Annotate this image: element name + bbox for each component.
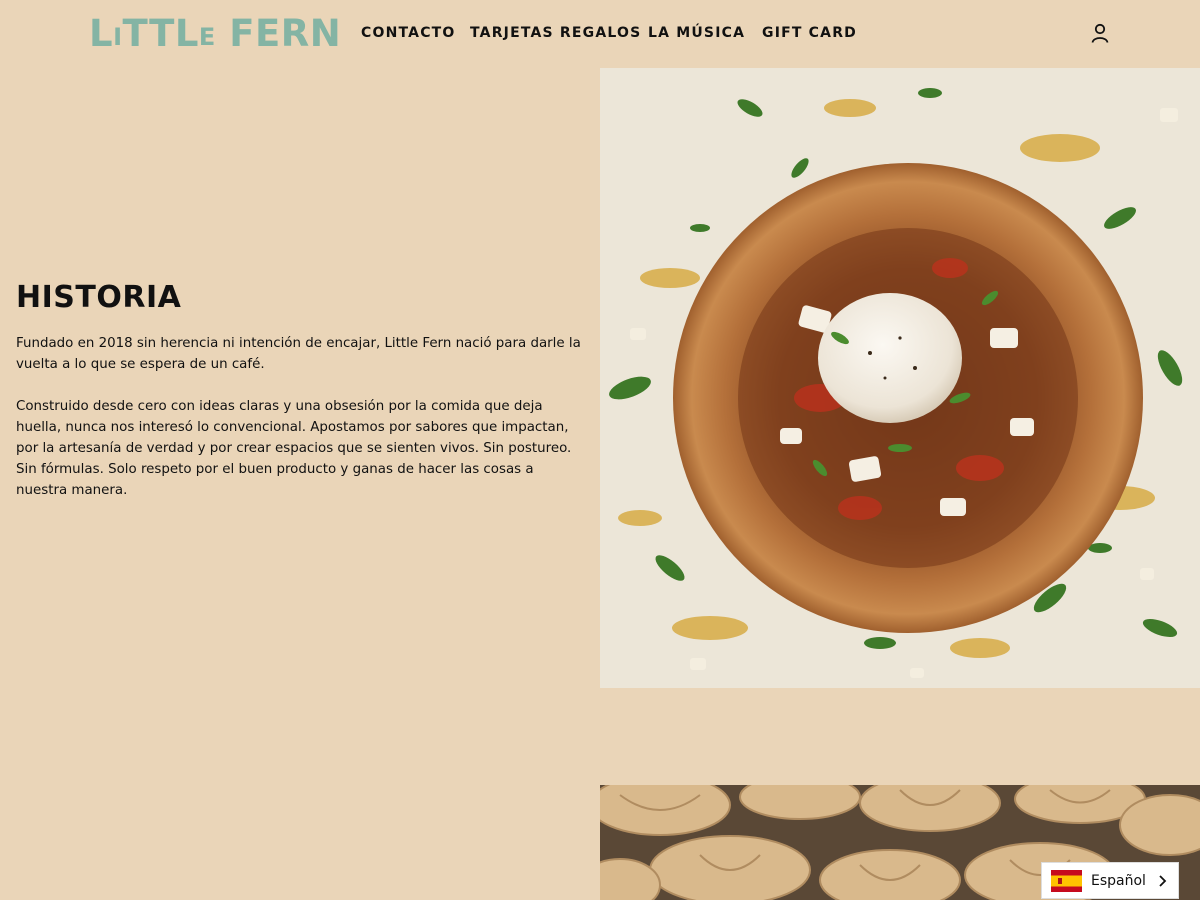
spain-flag-icon: [1051, 869, 1082, 892]
page-title: HISTORIA: [16, 280, 182, 315]
logo-text-l: L: [89, 12, 114, 55]
nav-item-gift-card[interactable]: GIFT CARD: [762, 24, 857, 42]
logo-text-e: E: [198, 23, 216, 51]
nav-item-la-musica[interactable]: LA MÚSICA: [648, 24, 745, 42]
logo-text-i: I: [113, 23, 123, 51]
user-icon[interactable]: [1089, 22, 1111, 44]
history-paragraph-1: Fundado en 2018 sin herencia ni intenció…: [16, 336, 581, 372]
food-image: [600, 68, 1200, 688]
nav-item-tarjetas-regalos[interactable]: TARJETAS REGALOS: [470, 24, 641, 42]
language-label: Español: [1091, 872, 1146, 889]
language-selector[interactable]: Español: [1041, 862, 1179, 899]
logo[interactable]: LITTLE FERN: [89, 12, 341, 56]
logo-text-ttl: TTL: [122, 12, 199, 55]
nav-item-contacto[interactable]: CONTACTO: [361, 24, 456, 42]
history-paragraph-2: Construido desde cero con ideas claras y…: [16, 399, 572, 498]
chevron-right-icon: [1159, 874, 1167, 887]
logo-text-fern: FERN: [215, 12, 342, 55]
